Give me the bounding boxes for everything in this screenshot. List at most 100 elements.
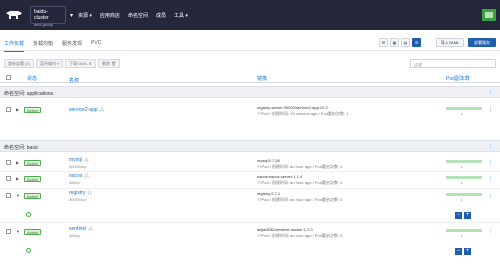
more-icon[interactable]: ⋮: [488, 107, 493, 113]
more-icon[interactable]: ⋮: [488, 193, 493, 199]
image-name: mysql:5.7.28: [257, 158, 280, 163]
delete-button[interactable]: 删除 🗑: [98, 59, 121, 68]
pod-count: 1: [461, 234, 463, 238]
pod-progress: [446, 107, 482, 110]
image-details: ??Pod / 创建时间: 19 minutes ago / Pod重启次数: …: [257, 111, 349, 116]
collapse-icon[interactable]: ▼: [16, 229, 20, 234]
deploy-service-button[interactable]: 部署服务: [468, 38, 496, 47]
status-badge: Active: [24, 107, 41, 113]
workload-name-link[interactable]: nacos 🖧: [69, 173, 89, 180]
namespace-label: 命名空间: applications: [4, 91, 54, 97]
avatar[interactable]: [482, 9, 496, 21]
image-details: ??Pod / 创建时间: an hour ago / Pod重启次数: 0: [257, 180, 343, 185]
image-name: nacos/nacos-server:1.1.4: [257, 174, 302, 179]
pod-progress: [446, 229, 482, 232]
pod-count: 1: [461, 198, 463, 202]
image-name: anjia0532/sentinel-docker:1.7.0: [257, 227, 313, 232]
row-checkbox[interactable]: [6, 107, 11, 112]
pod-status-icon[interactable]: [26, 212, 31, 217]
namespace-group-applications: 命名空间: applications ⋮: [0, 86, 500, 98]
more-icon[interactable]: ⋮: [488, 160, 493, 166]
more-icon[interactable]: ⋮: [488, 144, 493, 150]
row-divider: [0, 171, 500, 172]
scale-up-button[interactable]: +: [464, 248, 471, 255]
more-icon[interactable]: ⋮: [488, 90, 493, 96]
nav-members[interactable]: 成员: [156, 12, 166, 19]
gear-icon[interactable]: ⚙: [379, 38, 388, 47]
chevron-down-icon[interactable]: ▾: [70, 12, 73, 19]
top-bar: baidu-cluster sms-group ▾ 资源 ▾ 应用商店 命名空间…: [0, 0, 500, 30]
expand-icon[interactable]: ▶: [16, 107, 19, 112]
pod-progress: [446, 160, 482, 163]
rancher-logo-icon[interactable]: [4, 9, 24, 21]
pod-count: 1: [461, 112, 463, 116]
scale-down-button[interactable]: −: [455, 212, 462, 219]
link-icon: 🖧: [84, 157, 89, 162]
nav-resources[interactable]: 资源 ▾: [78, 12, 92, 19]
status-badge: Active: [24, 193, 41, 199]
nav-namespaces[interactable]: 命名空间: [128, 12, 148, 19]
expand-icon[interactable]: ▶: [16, 160, 19, 165]
top-nav: 资源 ▾ 应用商店 命名空间 成员 工具 ▾: [78, 12, 188, 19]
filter-input[interactable]: 过滤: [410, 59, 496, 68]
port-link[interactable]: 48/tcp: [69, 180, 80, 185]
row-divider: [0, 188, 500, 189]
link-icon: 🖧: [87, 190, 92, 195]
row-checkbox[interactable]: [6, 176, 11, 181]
status-badge: Active: [24, 160, 41, 166]
workload-name-link[interactable]: mysql 🖧: [69, 157, 89, 164]
workload-name-link[interactable]: sentinel 🖧: [69, 226, 93, 233]
workload-name-link[interactable]: registry 🖧: [69, 190, 92, 197]
port-link[interactable]: 30000/tcp: [69, 197, 87, 202]
select-all-checkbox[interactable]: [6, 75, 11, 80]
status-badge: Active: [24, 229, 41, 235]
download-yaml-button[interactable]: 下载YAML ⬇: [65, 59, 97, 68]
port-link[interactable]: 48/tcp: [69, 233, 80, 238]
cluster-name: baidu-cluster: [34, 9, 49, 21]
pause-orchestration-button[interactable]: 暂停编排 ⏸: [36, 59, 64, 68]
image-name: registry:2.7.1: [257, 191, 281, 196]
pod-status-icon[interactable]: [26, 248, 31, 253]
cluster-selector[interactable]: baidu-cluster sms-group: [30, 6, 66, 27]
image-details: ??Pod / 创建时间: an hour ago / Pod重启次数: 0: [257, 197, 343, 202]
row-checkbox[interactable]: [6, 160, 11, 165]
pod-count: 1: [461, 165, 463, 169]
tabs-divider: [0, 50, 500, 51]
cluster-project: sms-group: [34, 22, 53, 27]
namespace-group-basic: 命名空间: basic ⋮: [0, 140, 500, 152]
column-name[interactable]: 名称 ⌄: [69, 75, 79, 84]
row-checkbox[interactable]: [6, 193, 11, 198]
table-header: 状态 名称 ⌄ 镜像 Pod副本数: [0, 73, 500, 84]
import-yaml-button[interactable]: 导入YAML: [436, 38, 464, 47]
pod-progress: [446, 193, 482, 196]
image-details: ??Pod / 创建时间: an hour ago / Pod重启次数: 0: [257, 233, 343, 238]
collapse-icon[interactable]: ▼: [16, 193, 20, 198]
scale-down-button[interactable]: −: [455, 248, 462, 255]
pod-progress: [446, 176, 482, 179]
list-view-icon[interactable]: ▤: [401, 38, 410, 47]
pod-count: 1: [461, 181, 463, 185]
group-view-icon[interactable]: ☰: [412, 38, 421, 47]
expand-icon[interactable]: ▶: [16, 176, 19, 181]
nav-tools[interactable]: 工具 ▾: [174, 12, 188, 19]
workload-name-link[interactable]: service2-app 🖧: [69, 107, 104, 114]
link-icon: 🖧: [84, 173, 89, 178]
column-image[interactable]: 镜像: [257, 75, 267, 82]
bulk-actions: 重新部署 (0) 暂停编排 ⏸ 下载YAML ⬇ 删除 🗑: [4, 59, 121, 68]
grid-view-icon[interactable]: ▦: [390, 38, 399, 47]
redeploy-button[interactable]: 重新部署 (0): [4, 59, 34, 68]
row-divider: [0, 222, 500, 223]
link-icon: 🖧: [88, 226, 93, 231]
column-state[interactable]: 状态: [27, 75, 37, 82]
namespace-label: 命名空间: basic: [4, 145, 39, 151]
port-link[interactable]: 40000/tcp: [69, 164, 87, 169]
more-icon[interactable]: ⋮: [488, 229, 493, 235]
column-pods[interactable]: Pod副本数: [446, 75, 470, 82]
more-icon[interactable]: ⋮: [488, 176, 493, 182]
status-badge: Active: [24, 176, 41, 182]
image-details: ??Pod / 创建时间: an hour ago / Pod重启次数: 0: [257, 164, 343, 169]
link-icon: 🖧: [99, 107, 105, 112]
nav-app-store[interactable]: 应用商店: [100, 12, 120, 19]
row-checkbox[interactable]: [6, 229, 11, 234]
scale-up-button[interactable]: +: [464, 212, 471, 219]
